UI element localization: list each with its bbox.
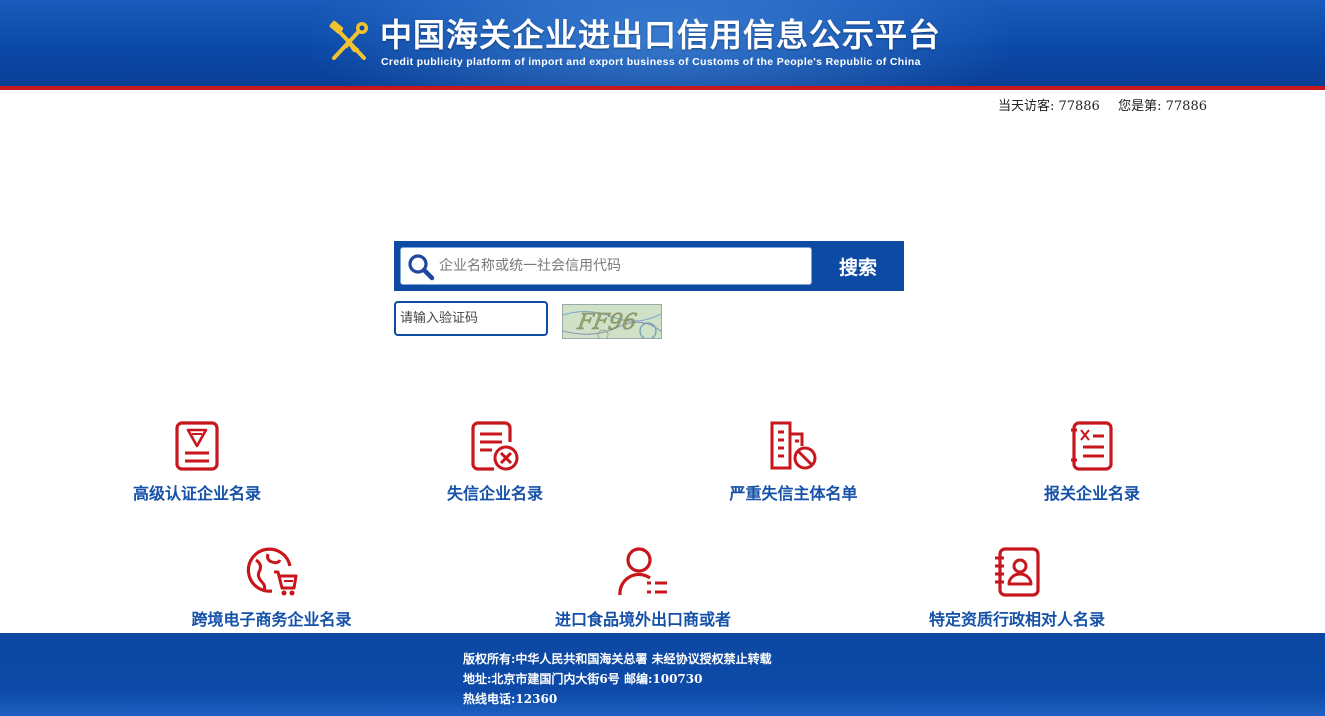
customs-broker-list-icon — [1071, 421, 1113, 471]
tile-serious-discredit[interactable]: 严重失信主体名单 — [725, 420, 862, 504]
tile-label: 高级认证企业名录 — [132, 484, 261, 503]
tile-certified-enterprises[interactable]: 高级认证企业名录 — [128, 420, 266, 504]
site-title: 中国海关企业进出口信用信息公示平台 — [380, 16, 942, 54]
tile-label: 严重失信主体名单 — [729, 484, 858, 503]
visitor-today-label: 当天访客: — [997, 99, 1055, 114]
search-icon — [408, 254, 435, 281]
captcha-input[interactable] — [394, 301, 548, 336]
footer-hotline: 热线电话:12360 — [463, 692, 558, 706]
search-field — [400, 247, 813, 285]
tile-cross-border-ecommerce[interactable]: 跨境电子商务企业名录 — [186, 546, 357, 630]
tile-label: 跨境电子商务企业名录 — [191, 610, 352, 629]
visitor-rank-count: 77886 — [1165, 99, 1207, 114]
header-divider — [0, 86, 1325, 90]
tile-label: 特定资质行政相对人名录 — [928, 610, 1105, 629]
certified-list-icon — [175, 421, 219, 471]
visitor-rank-label: 您是第: — [1118, 99, 1162, 114]
cross-border-ecommerce-icon — [246, 547, 297, 596]
tile-label: 报关企业名录 — [1043, 484, 1140, 503]
site-footer: 版权所有:中华人民共和国海关总署 未经协议授权禁止转载 地址:北京市建国门内大街… — [0, 633, 1325, 716]
tile-customs-brokers[interactable]: 报关企业名录 — [1040, 420, 1144, 504]
footer-address: 地址:北京市建国门内大街6号 邮编:100730 — [463, 672, 703, 686]
footer-copyright: 版权所有:中华人民共和国海关总署 未经协议授权禁止转载 — [463, 652, 772, 666]
tile-food-exporters[interactable]: 进口食品境外出口商或者 — [549, 546, 737, 630]
customs-emblem-icon — [329, 20, 368, 60]
serious-discredit-icon — [770, 421, 816, 470]
tile-qualified-counterparts[interactable]: 特定资质行政相对人名录 — [923, 546, 1111, 630]
search-input[interactable] — [435, 248, 813, 284]
visitor-counter: 当天访客: 77886 您是第: 77886 — [998, 95, 1207, 114]
tile-label: 进口食品境外出口商或者 — [554, 610, 731, 629]
tile-discredit-enterprises[interactable]: 失信企业名录 — [443, 420, 547, 504]
discredit-list-icon — [471, 421, 519, 471]
captcha-image[interactable]: FF96 — [562, 304, 662, 339]
qualified-counterpart-icon — [995, 547, 1040, 597]
search-button[interactable]: 搜索 — [812, 241, 904, 291]
visitor-today-count: 77886 — [1058, 99, 1100, 114]
search-bar: 搜索 — [394, 241, 904, 291]
site-subtitle: Credit publicity platform of import and … — [381, 56, 921, 68]
captcha-text: FF96 — [575, 309, 639, 335]
food-exporter-icon — [618, 547, 667, 596]
site-header: 中国海关企业进出口信用信息公示平台 Credit publicity platf… — [0, 0, 1325, 86]
tile-label: 失信企业名录 — [446, 484, 543, 503]
footer-info: 版权所有:中华人民共和国海关总署 未经协议授权禁止转载 地址:北京市建国门内大街… — [463, 649, 772, 709]
